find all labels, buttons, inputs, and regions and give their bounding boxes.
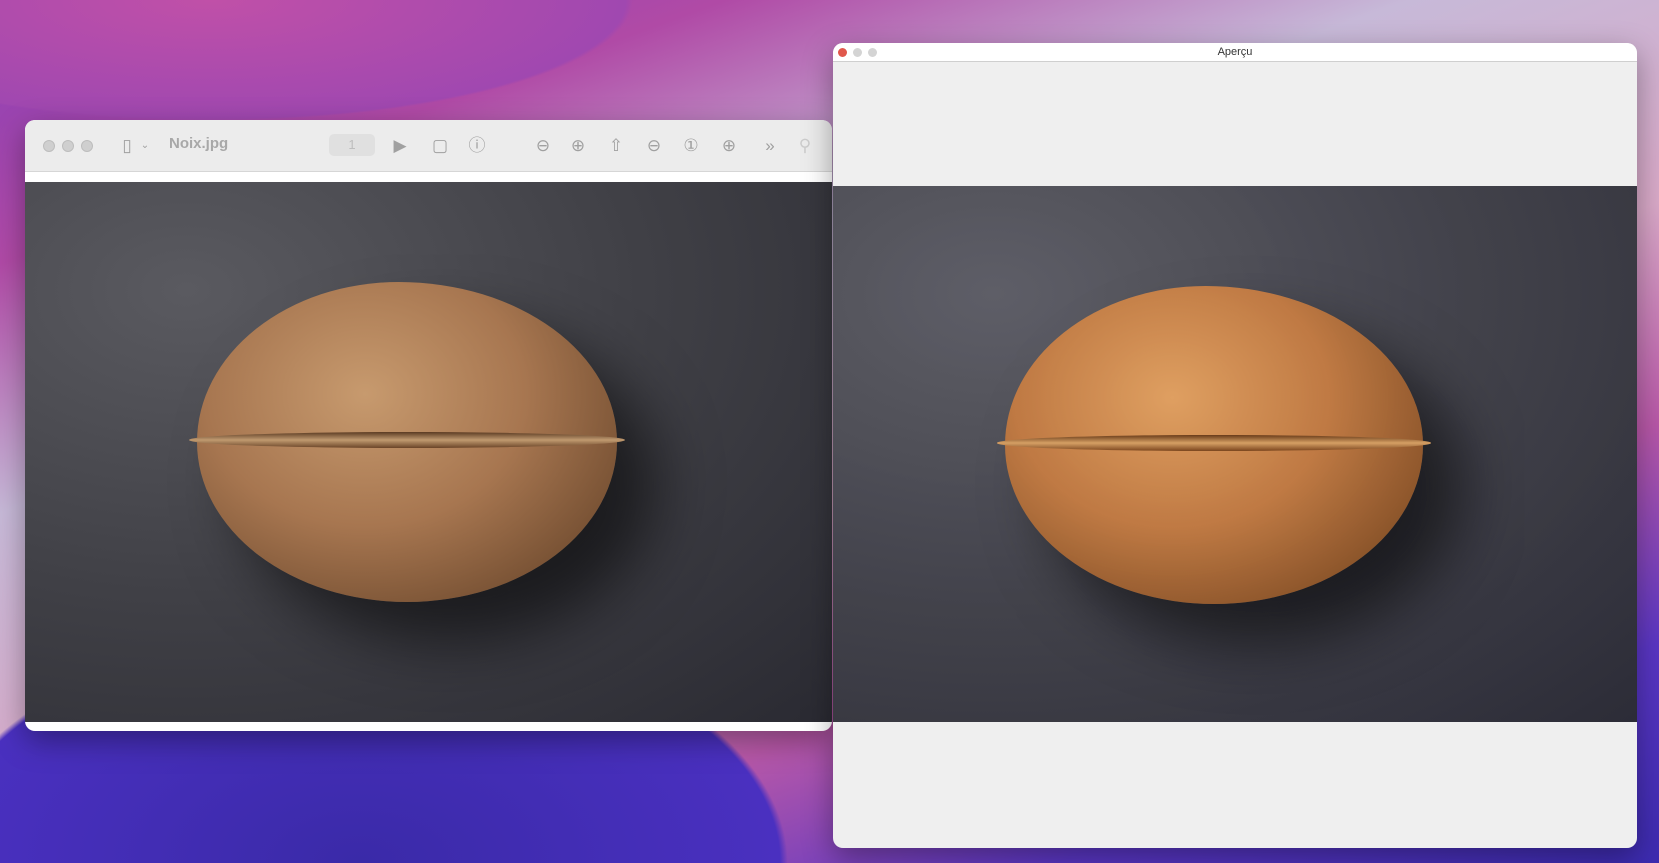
document-title: Noix.jpg (169, 135, 229, 152)
preview-window: ▯ ⌄ Noix.jpg 1 ▶ ▢ ⓘ ⊖ ⊕ ⇧ ⊖ ① ⊕ » ⚲ (25, 120, 832, 731)
close-button[interactable] (43, 140, 55, 152)
title-bar: Aperçu (833, 43, 1637, 62)
zoom-in-icon[interactable]: ⊕ (566, 134, 590, 158)
walnut-image (25, 182, 832, 722)
chevron-down-icon[interactable]: ⌄ (133, 134, 157, 158)
walnut (996, 286, 1432, 604)
zoom-button[interactable] (81, 140, 93, 152)
zoom-out-icon[interactable]: ⊖ (642, 134, 666, 158)
zoom-button[interactable] (868, 48, 877, 57)
walnut (188, 282, 626, 602)
rotate-icon[interactable]: ▢ (428, 134, 452, 158)
more-icon[interactable]: » (758, 134, 782, 158)
zoom-in-icon[interactable]: ⊕ (717, 134, 741, 158)
page-number-field[interactable]: 1 (329, 134, 375, 156)
search-icon[interactable]: ⚲ (793, 134, 817, 158)
window-title: Aperçu (1217, 46, 1253, 58)
toolbar: ▯ ⌄ Noix.jpg 1 ▶ ▢ ⓘ ⊖ ⊕ ⇧ ⊖ ① ⊕ » ⚲ (25, 120, 832, 172)
minimize-button[interactable] (853, 48, 862, 57)
info-icon[interactable]: ⓘ (465, 134, 489, 158)
wallpaper-wave (0, 0, 700, 140)
minimize-button[interactable] (62, 140, 74, 152)
slideshow-icon[interactable]: ▶ (388, 134, 412, 158)
apercu-window: Aperçu (833, 43, 1637, 848)
actual-size-icon[interactable]: ① (679, 134, 703, 158)
walnut-image (833, 186, 1637, 722)
close-button[interactable] (838, 48, 847, 57)
share-icon[interactable]: ⇧ (604, 134, 628, 158)
zoom-out-icon[interactable]: ⊖ (531, 134, 555, 158)
